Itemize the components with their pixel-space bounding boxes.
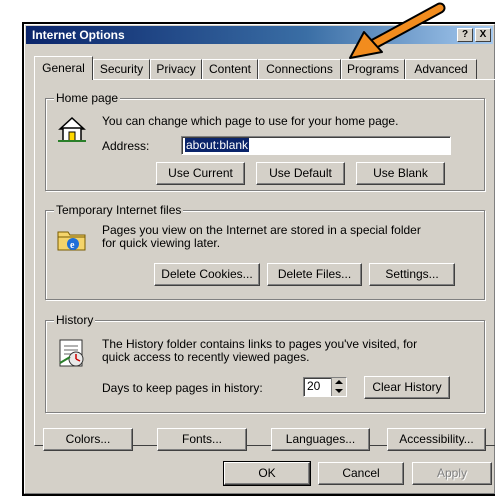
address-label: Address:	[102, 139, 150, 153]
tab-connections[interactable]: Connections	[258, 59, 341, 79]
internet-options-window: Internet Options ? X General Security Pr…	[22, 22, 495, 496]
svg-text:e: e	[70, 240, 75, 251]
spinner-arrows[interactable]	[331, 378, 346, 396]
title-bar[interactable]: Internet Options ? X	[26, 26, 493, 44]
tab-advanced[interactable]: Advanced	[405, 59, 477, 79]
tab-general[interactable]: General	[34, 56, 93, 80]
history-icon	[59, 339, 84, 367]
use-current-button[interactable]: Use Current	[156, 162, 245, 185]
history-description-line2: quick access to recently viewed pages.	[102, 350, 310, 364]
delete-cookies-button[interactable]: Delete Cookies...	[154, 263, 260, 286]
history-group: History The History folder contains link…	[45, 313, 485, 413]
use-default-button[interactable]: Use Default	[256, 162, 345, 185]
general-tab-panel: Home page You can change which page to u…	[34, 79, 495, 451]
use-blank-button[interactable]: Use Blank	[356, 162, 445, 185]
spin-down-icon[interactable]	[335, 389, 343, 393]
days-label: Days to keep pages in history:	[102, 381, 263, 395]
close-button[interactable]: X	[475, 28, 491, 42]
history-legend: History	[54, 313, 96, 327]
home-page-icon	[58, 116, 86, 142]
clear-history-button[interactable]: Clear History	[364, 376, 450, 399]
tab-privacy[interactable]: Privacy	[150, 59, 202, 79]
fonts-button[interactable]: Fonts...	[157, 428, 247, 451]
temp-files-description-line1: Pages you view on the Internet are store…	[102, 223, 421, 237]
home-page-group: Home page You can change which page to u…	[45, 91, 485, 191]
temp-files-legend: Temporary Internet files	[54, 203, 184, 217]
home-page-legend: Home page	[54, 91, 121, 105]
delete-files-button[interactable]: Delete Files...	[267, 263, 362, 286]
temp-files-description-line2: for quick viewing later.	[102, 236, 221, 250]
window-title: Internet Options	[32, 28, 125, 42]
languages-button[interactable]: Languages...	[271, 428, 370, 451]
temp-files-folder-icon: e	[57, 231, 86, 251]
days-value: 20	[307, 379, 321, 393]
days-spinner[interactable]: 20	[303, 377, 347, 397]
apply-button[interactable]: Apply	[412, 462, 492, 485]
tab-security[interactable]: Security	[93, 59, 150, 79]
home-page-description: You can change which page to use for you…	[102, 114, 399, 128]
tab-programs[interactable]: Programs	[341, 59, 405, 79]
tab-content[interactable]: Content	[202, 59, 258, 79]
settings-button[interactable]: Settings...	[369, 263, 455, 286]
accessibility-button[interactable]: Accessibility...	[387, 428, 486, 451]
help-button[interactable]: ?	[457, 28, 473, 42]
address-value: about:blank	[185, 138, 250, 152]
spin-up-icon[interactable]	[335, 380, 343, 384]
history-description-line1: The History folder contains links to pag…	[102, 337, 418, 351]
ok-button[interactable]: OK	[223, 461, 311, 486]
cancel-button[interactable]: Cancel	[318, 462, 404, 485]
colors-button[interactable]: Colors...	[43, 428, 133, 451]
temp-files-group: Temporary Internet files e Pages you vie…	[45, 203, 485, 300]
address-field[interactable]: about:blank	[181, 136, 451, 155]
